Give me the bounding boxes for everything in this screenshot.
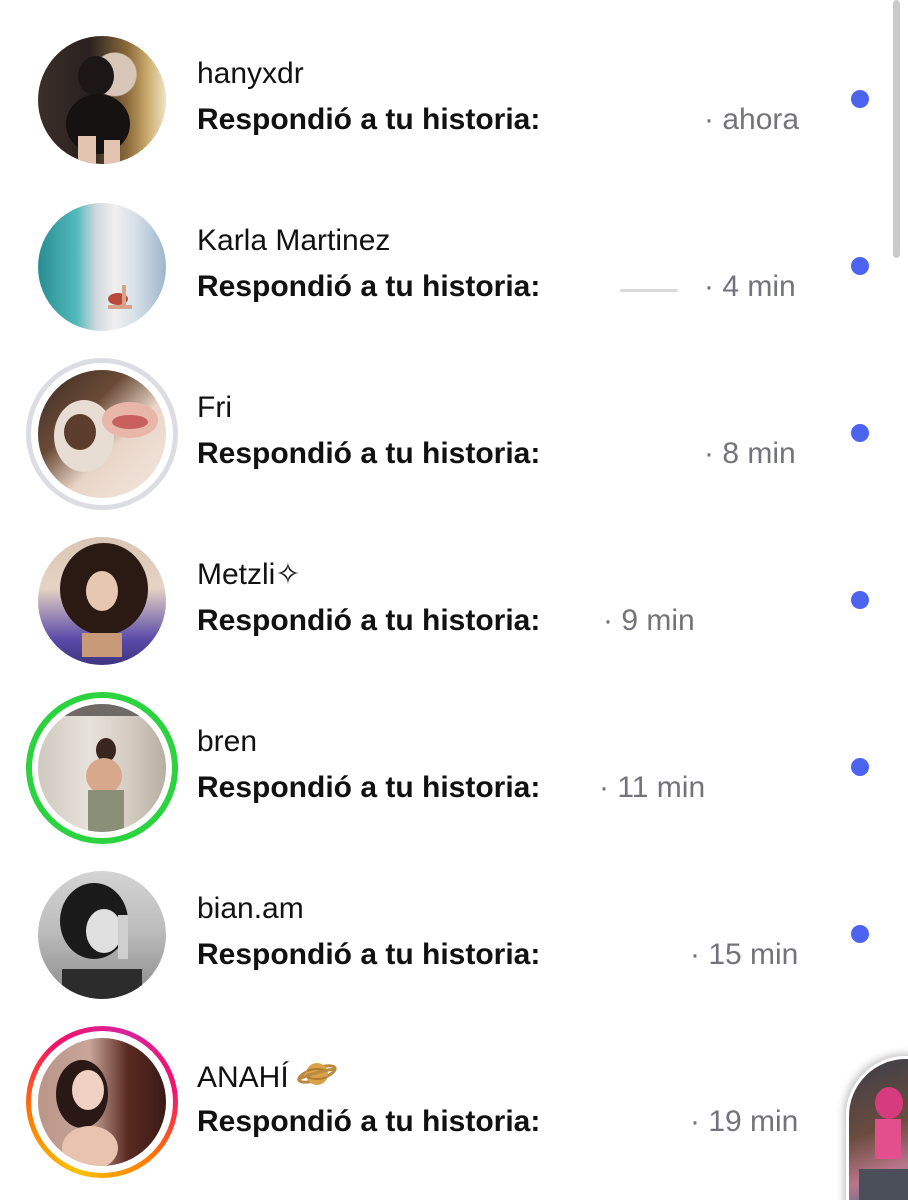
thread-time: · 9 min	[603, 604, 695, 637]
thread-preview: Respondió a tu historia:	[197, 437, 541, 470]
blurred-text	[620, 289, 678, 292]
photo-thumbnail-icon	[859, 1087, 908, 1200]
avatar[interactable]	[38, 871, 166, 999]
unread-dot-icon	[851, 591, 869, 609]
thread-name: hanyxdr	[197, 57, 304, 90]
thread-row[interactable]: bren Respondió a tu historia: · 11 min	[0, 668, 908, 844]
thread-row[interactable]: hanyxdr Respondió a tu historia: · ahora	[0, 0, 908, 167]
thread-name: bren	[197, 725, 258, 758]
thread-time: · 8 min	[704, 437, 796, 470]
user-photo-icon	[60, 543, 148, 657]
thread-name-text: ANAHÍ	[197, 1061, 289, 1094]
avatar[interactable]	[38, 537, 166, 665]
thread-row[interactable]: Karla Martinez Respondió a tu historia: …	[0, 167, 908, 334]
thread-row[interactable]: Fri Respondió a tu historia: · 8 min	[0, 334, 908, 510]
user-photo-icon	[66, 56, 130, 164]
thread-time: · 11 min	[599, 771, 706, 804]
thread-name: ANAHÍ	[197, 1057, 337, 1101]
thread-time: · ahora	[704, 103, 800, 136]
thread-preview: Respondió a tu historia:	[197, 604, 541, 637]
thread-name: Metzli✧	[197, 558, 301, 591]
avatar[interactable]	[38, 36, 166, 164]
thread-row[interactable]: bian.am Respondió a tu historia: · 15 mi…	[0, 835, 908, 1002]
avatar[interactable]	[38, 704, 166, 832]
user-photo-icon	[60, 883, 142, 999]
thread-row[interactable]: Metzli✧ Respondió a tu historia: · 9 min	[0, 501, 908, 668]
thread-preview: Respondió a tu historia:	[197, 103, 541, 136]
unread-dot-icon	[851, 257, 869, 275]
unread-dot-icon	[851, 90, 869, 108]
avatar[interactable]	[38, 1038, 166, 1166]
thread-preview: Respondió a tu historia:	[197, 270, 541, 303]
thread-preview: Respondió a tu historia:	[197, 771, 541, 804]
thread-time: · 4 min	[704, 270, 796, 303]
ringed-planet-icon	[297, 1057, 337, 1101]
unread-dot-icon	[851, 424, 869, 442]
avatar[interactable]	[38, 203, 166, 331]
unread-dot-icon	[851, 758, 869, 776]
thread-time: · 19 min	[690, 1105, 799, 1138]
user-photo-icon	[108, 285, 132, 309]
avatar[interactable]	[38, 370, 166, 498]
user-photo-icon	[38, 704, 166, 832]
thread-time: · 15 min	[690, 938, 799, 971]
user-photo-icon	[54, 400, 158, 472]
messages-inbox: hanyxdr Respondió a tu historia: · ahora…	[0, 0, 908, 1200]
user-photo-icon	[56, 1060, 118, 1166]
thread-name: Karla Martinez	[197, 224, 391, 257]
thread-name: bian.am	[197, 892, 304, 925]
thread-preview: Respondió a tu historia:	[197, 1105, 541, 1138]
thread-row[interactable]: ANAHÍ Respondió a tu historia: · 19 min	[0, 1002, 908, 1178]
thread-preview: Respondió a tu historia:	[197, 938, 541, 971]
unread-dot-icon	[851, 925, 869, 943]
thread-name: Fri	[197, 391, 232, 424]
